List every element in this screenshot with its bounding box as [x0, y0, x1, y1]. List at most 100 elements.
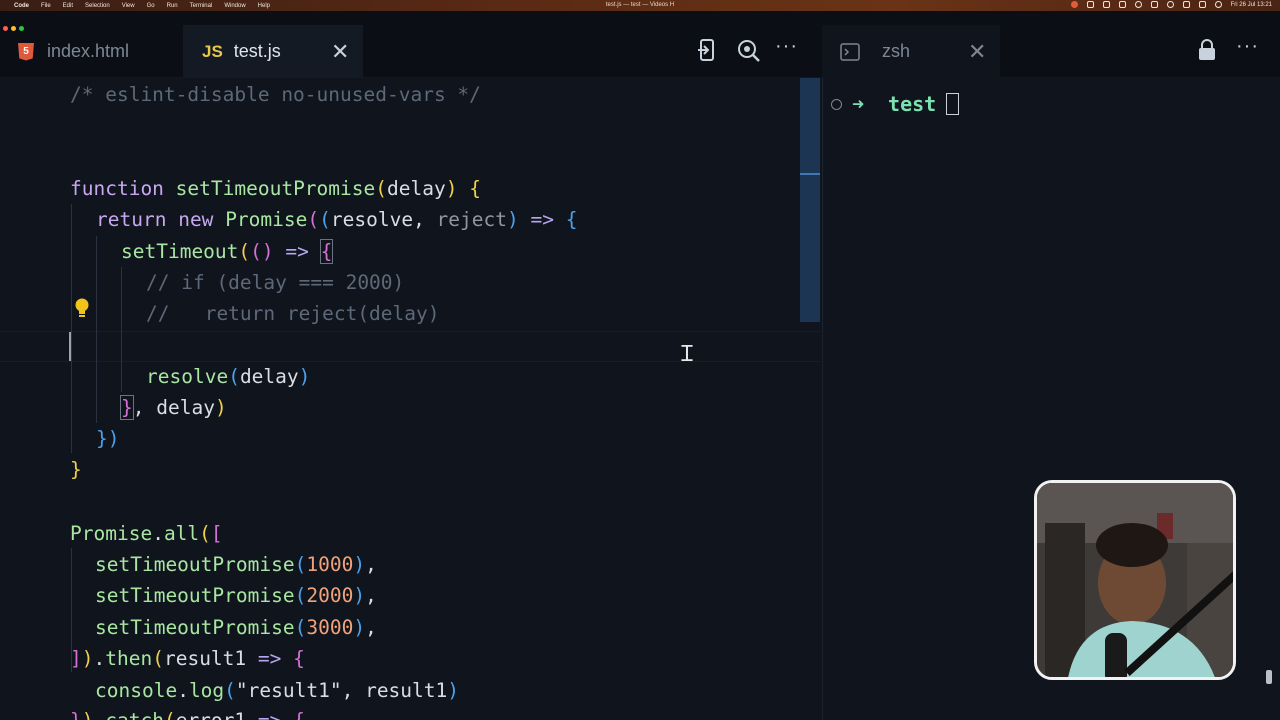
code-line-17: setTimeoutPromise(2000), [95, 584, 377, 607]
macos-menu-bar: Code File Edit Selection View Go Run Ter… [0, 0, 1280, 11]
terminal-more-icon[interactable]: ··· [1236, 35, 1259, 58]
parameter: resolve [330, 208, 414, 231]
presenter-video [1037, 483, 1233, 677]
code-line-6: setTimeout(() => { [121, 239, 334, 264]
open-preview-icon[interactable] [697, 39, 717, 67]
tab-label: test.js [233, 41, 281, 61]
code-line-15: Promise.all([ [70, 522, 223, 545]
tab-label: zsh [882, 41, 911, 61]
menu-clock[interactable]: Fri 26 Jul 13:21 [1231, 2, 1272, 8]
class-name: Promise [225, 208, 308, 231]
parameter: error1 [176, 709, 246, 720]
siri-icon[interactable] [1214, 1, 1222, 8]
argument: delay [156, 396, 215, 419]
code-line-5: return new Promise((resolve, reject) => … [96, 208, 578, 231]
parameter: result1 [163, 647, 247, 670]
close-terminal-tab-icon[interactable]: ✕ [968, 39, 986, 65]
status-app-icon[interactable] [1134, 1, 1142, 8]
current-directory: test [888, 92, 937, 116]
keyword: new [178, 208, 214, 231]
indent-guide [96, 236, 97, 423]
javascript-icon: JS [202, 41, 223, 61]
code-line-13: } [70, 458, 82, 481]
code-line-12: }) [96, 427, 120, 450]
live-share-icon[interactable] [737, 39, 761, 69]
function-call: log [188, 679, 225, 702]
code-line-11: }, delay) [120, 395, 227, 420]
tab-index-html[interactable]: 5 index.html [0, 25, 183, 78]
string-literal: "result1" [235, 679, 342, 702]
menu-window[interactable]: Window [224, 3, 245, 9]
code-line-10: resolve(delay) [146, 365, 311, 388]
code-line-19: ]).then(result1 => { [70, 647, 305, 670]
prompt-status-icon [831, 98, 842, 110]
tab-terminal-zsh[interactable]: zsh ✕ [822, 25, 1000, 78]
menu-view[interactable]: View [122, 3, 135, 9]
wifi-icon[interactable] [1166, 1, 1174, 8]
indent-guide [121, 267, 122, 392]
function-call: setTimeoutPromise [95, 553, 295, 576]
parameter: reject [436, 208, 507, 231]
function-call: setTimeout [121, 240, 239, 263]
function-call: resolve [146, 365, 229, 388]
terminal-cursor [946, 93, 960, 115]
function-call: catch [105, 709, 164, 720]
menu-help[interactable]: Help [258, 3, 270, 9]
control-center-icon[interactable] [1198, 1, 1206, 8]
function-call: all [163, 522, 200, 545]
menu-selection[interactable]: Selection [85, 3, 110, 9]
code-line-16: setTimeoutPromise(1000), [95, 553, 377, 576]
indent-guide [71, 204, 72, 453]
html5-icon: 5 [18, 42, 34, 61]
status-app-icon[interactable] [1150, 1, 1158, 8]
status-app-icon[interactable] [1102, 1, 1110, 8]
terminal-icon [840, 42, 860, 61]
status-app-icon[interactable] [1086, 1, 1094, 8]
menu-file[interactable]: File [41, 3, 51, 9]
text-caret [69, 332, 71, 361]
number-literal: 1000 [306, 553, 354, 576]
argument: result1 [365, 679, 448, 702]
function-name: setTimeoutPromise [175, 177, 376, 200]
terminal-prompt: ➜ test [831, 92, 960, 116]
tab-label: index.html [47, 41, 130, 61]
number-literal: 3000 [306, 616, 354, 639]
lock-icon[interactable] [1198, 39, 1216, 67]
code-line-21: }).catch(error1 => { [70, 705, 305, 720]
menu-edit[interactable]: Edit [63, 3, 73, 9]
function-call: then [105, 647, 153, 670]
editor-scrollbar[interactable] [800, 78, 820, 322]
keyword: return [96, 208, 167, 231]
argument: delay [239, 365, 299, 388]
text-cursor-icon: Ｉ [676, 342, 699, 367]
code-editor[interactable]: /* eslint-disable no-unused-vars */ func… [0, 78, 820, 720]
terminal-scrollbar[interactable] [1266, 670, 1272, 684]
number-literal: 2000 [306, 584, 354, 607]
code-line-4: function setTimeoutPromise(delay) { [70, 177, 481, 200]
object-name: console [95, 679, 178, 702]
code-line-18: setTimeoutPromise(3000), [95, 616, 377, 639]
prompt-arrow-icon: ➜ [852, 92, 865, 116]
code-line-8: // return reject(delay) [146, 302, 440, 325]
webcam-overlay [1034, 480, 1236, 680]
parameter: delay [387, 177, 446, 200]
tab-test-js[interactable]: JS test.js ✕ [183, 25, 363, 78]
class-name: Promise [70, 522, 153, 545]
menu-go[interactable]: Go [147, 3, 155, 9]
scrollbar-marker [800, 173, 820, 175]
lightbulb-icon[interactable] [74, 298, 90, 318]
function-call: setTimeoutPromise [95, 584, 295, 607]
search-icon[interactable] [1182, 1, 1190, 8]
record-icon[interactable] [1070, 1, 1078, 8]
menu-terminal[interactable]: Terminal [190, 3, 213, 9]
code-line-7: // if (delay === 2000) [146, 271, 405, 294]
menu-run[interactable]: Run [167, 3, 178, 9]
menu-code[interactable]: Code [14, 3, 29, 9]
close-tab-icon[interactable]: ✕ [331, 39, 349, 65]
function-call: setTimeoutPromise [95, 616, 295, 639]
more-actions-icon[interactable]: ··· [775, 35, 798, 58]
code-line-1: /* eslint-disable no-unused-vars */ [70, 83, 481, 106]
status-icons: Fri 26 Jul 13:21 [1070, 1, 1272, 8]
keyword: function [70, 177, 164, 200]
status-app-icon[interactable] [1118, 1, 1126, 8]
